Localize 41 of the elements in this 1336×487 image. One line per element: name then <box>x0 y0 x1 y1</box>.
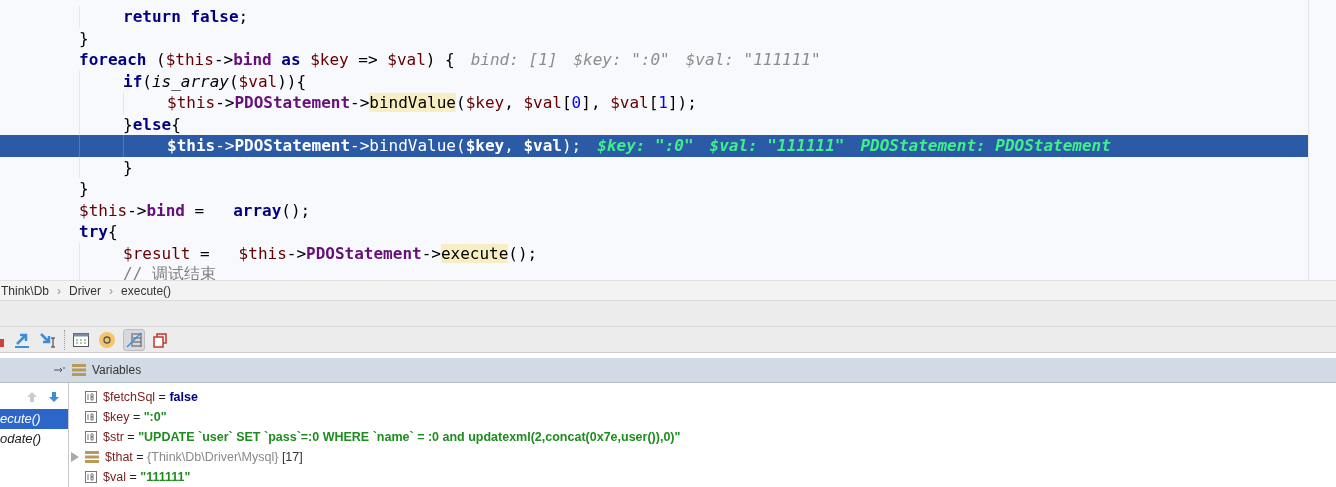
inline-value-hint: $val: "111111" <box>685 50 821 70</box>
variable-icon <box>85 471 97 483</box>
code-text: $this->PDOStatement->bindValue($key, $val); <box>167 136 582 156</box>
variable-entry: $fetchSql = false <box>103 390 198 404</box>
breadcrumb-item[interactable]: Driver <box>69 283 102 298</box>
down-arrow-icon[interactable] <box>48 391 60 403</box>
expand-icon[interactable] <box>71 452 79 462</box>
variable-entry: $str = "UPDATE `user` SET `pass`=:0 WHERE `name` = :0 and updatexml(2,concat(0x7e,user()),0)" <box>103 430 681 444</box>
variables-icon <box>72 364 86 376</box>
frame-item[interactable]: ecute() <box>0 409 68 429</box>
object-icon <box>85 451 99 463</box>
code-text: }else{ <box>123 114 181 134</box>
variable-entry: $key = ":0" <box>103 410 167 424</box>
code-text: try{ <box>79 222 118 242</box>
code-text: $this->bind = array(); <box>79 200 311 220</box>
code-text: } <box>79 179 89 199</box>
variable-entry: $that = {Think\Db\Driver\Mysql} [17] <box>105 450 303 464</box>
inline-value-hint: $val: "111111" <box>709 136 845 156</box>
code-text: } <box>79 28 89 48</box>
inline-value-hint: $key: ":0" <box>573 50 670 70</box>
frame-item[interactable]: odate() <box>0 429 68 449</box>
code-text: return false; <box>123 7 249 27</box>
breadcrumb-item[interactable]: Think\Db <box>1 283 50 298</box>
inline-value-hint: bind: [1] <box>470 50 558 70</box>
chevron: › <box>57 283 62 298</box>
code-text: $result = $this->PDOStatement->execute(); <box>123 243 538 263</box>
variable-icon <box>85 431 97 443</box>
code-text: foreach ($this->bind as $key => $val) { <box>79 50 455 70</box>
variable-icon <box>85 391 97 403</box>
watch-icon[interactable] <box>97 329 117 350</box>
chevron: › <box>109 283 114 298</box>
code-text: $this->PDOStatement->bindValue($key, $val[0], $val[1]); <box>167 93 697 113</box>
list-toggle-icon[interactable] <box>123 328 145 351</box>
code-text: if(is_array($val)){ <box>123 71 307 91</box>
variable-entry: $val = "111111" <box>103 470 191 484</box>
inline-value-hint: PDOStatement: PDOStatement <box>860 136 1111 156</box>
variable-icon <box>85 411 97 423</box>
panel-title: Variables <box>92 363 142 377</box>
inline-value-hint: $key: ":0" <box>597 136 694 156</box>
breadcrumb-item[interactable]: execute() <box>121 283 172 298</box>
code-text: } <box>123 157 133 177</box>
